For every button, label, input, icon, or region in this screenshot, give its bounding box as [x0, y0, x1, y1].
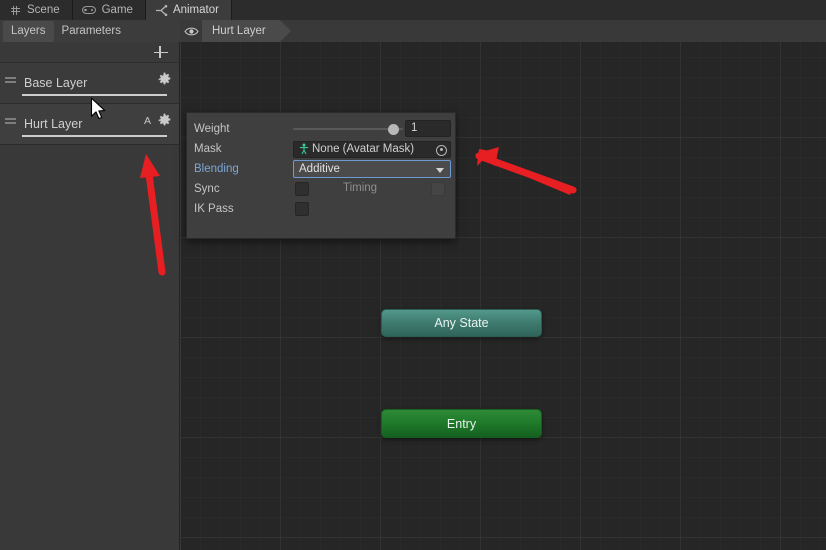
blending-dropdown[interactable]: Additive	[293, 160, 451, 178]
layers-parameters-tabs: Layers Parameters	[0, 20, 180, 42]
tab-game-label: Game	[101, 4, 133, 16]
tab-parameters[interactable]: Parameters	[54, 21, 129, 42]
tab-bar-filler	[231, 0, 826, 20]
avatar-mask-icon	[298, 143, 310, 155]
mask-object-field[interactable]: None (Avatar Mask)	[293, 140, 451, 158]
eye-icon[interactable]	[180, 20, 202, 42]
ik-pass-checkbox[interactable]	[295, 202, 309, 216]
ik-pass-controls	[293, 199, 451, 219]
state-node-entry[interactable]: Entry	[381, 409, 542, 438]
label-ik-pass: IK Pass	[194, 203, 234, 215]
row-sync: Sync Timing	[187, 179, 455, 199]
chevron-down-icon	[436, 168, 444, 173]
object-picker-icon[interactable]	[436, 144, 447, 156]
drag-handle-icon[interactable]	[5, 77, 16, 79]
state-node-any-state-label: Any State	[434, 316, 489, 330]
branch-icon	[155, 4, 168, 17]
row-ik-pass: IK Pass	[187, 199, 455, 219]
label-blending: Blending	[194, 163, 239, 175]
plus-icon[interactable]	[153, 44, 169, 60]
timing-checkbox[interactable]	[431, 182, 445, 196]
layer-weight-bar-base-layer	[22, 94, 167, 96]
window-tab-bar: Scene Game Animator	[0, 0, 826, 20]
layers-add-row	[0, 42, 179, 63]
layer-settings-popup: Weight 1 Mask None (Avatar Mask) Blendin…	[186, 112, 456, 239]
row-weight: Weight 1	[187, 119, 455, 139]
state-node-any-state[interactable]: Any State	[381, 309, 542, 337]
tab-layers[interactable]: Layers	[3, 20, 54, 42]
weight-slider-track	[293, 128, 403, 130]
sync-checkbox[interactable]	[295, 182, 309, 196]
weight-value-field[interactable]: 1	[405, 120, 451, 137]
layer-name-hurt-layer: Hurt Layer	[24, 117, 83, 131]
row-mask: Mask None (Avatar Mask)	[187, 139, 455, 159]
label-mask: Mask	[194, 143, 222, 155]
row-blending: Blending Additive	[187, 159, 455, 179]
gear-icon[interactable]	[157, 72, 172, 87]
state-node-entry-label: Entry	[446, 416, 477, 431]
gear-icon[interactable]	[157, 113, 172, 128]
label-weight: Weight	[194, 123, 230, 135]
gamepad-icon	[81, 4, 97, 17]
layer-badge-additive: A	[143, 115, 151, 127]
tab-game[interactable]: Game	[72, 0, 146, 20]
label-sync: Sync	[194, 183, 220, 195]
layer-weight-bar-hurt-layer	[22, 135, 167, 137]
blending-selected-value: Additive	[299, 163, 340, 175]
tab-animator[interactable]: Animator	[145, 0, 232, 20]
animator-window: Scene Game Animator Layers Parameters Hu…	[0, 0, 826, 550]
tab-animator-label: Animator	[172, 4, 219, 16]
layer-row-base-layer[interactable]: Base Layer	[0, 63, 179, 104]
layers-panel: Base Layer Hurt Layer A	[0, 42, 180, 550]
weight-slider-thumb[interactable]	[388, 124, 399, 135]
label-timing: Timing	[343, 182, 378, 194]
tab-scene-label: Scene	[27, 4, 60, 16]
sync-controls: Timing	[293, 179, 451, 199]
tab-scene[interactable]: Scene	[0, 0, 73, 20]
grid-icon	[9, 4, 22, 17]
mask-value-label: None (Avatar Mask)	[312, 143, 415, 155]
layer-row-hurt-layer[interactable]: Hurt Layer A	[0, 104, 179, 145]
drag-handle-icon[interactable]	[5, 118, 16, 120]
weight-slider[interactable]: 1	[293, 119, 451, 139]
layer-name-base-layer: Base Layer	[24, 76, 88, 90]
animator-sub-bar: Layers Parameters Hurt Layer	[0, 20, 826, 42]
breadcrumb-hurt-layer[interactable]: Hurt Layer	[202, 20, 291, 42]
breadcrumb-bar: Hurt Layer	[180, 20, 826, 42]
